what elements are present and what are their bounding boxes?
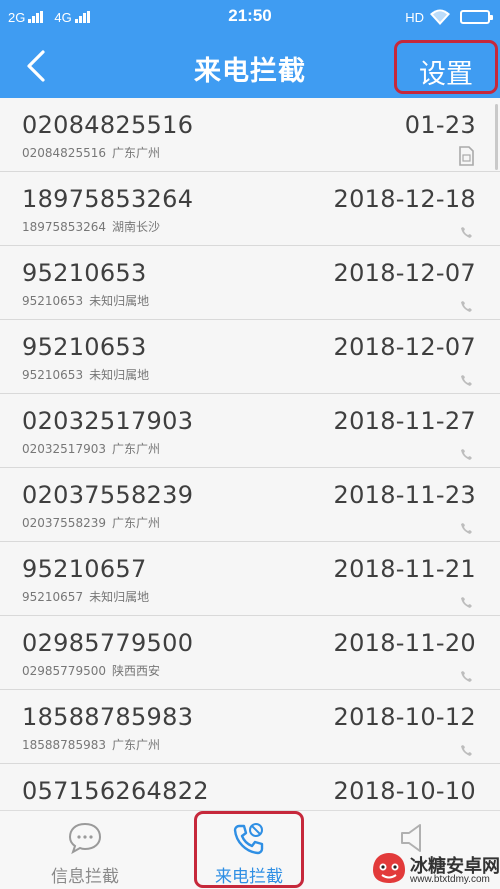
caller-sub-number: 95210653 xyxy=(22,368,84,382)
call-date: 2018-11-27 xyxy=(333,407,476,435)
phone-icon xyxy=(461,523,472,534)
call-date: 2018-12-07 xyxy=(333,333,476,361)
hd-indicator: HD xyxy=(405,9,424,25)
caller-sub-number: 18975853264 xyxy=(22,220,106,234)
caller-location: 广东广州 xyxy=(111,738,160,752)
caller-location: 未知归属地 xyxy=(89,368,150,382)
caller-sub-number: 02084825516 xyxy=(22,146,106,160)
phone-icon xyxy=(461,745,472,756)
caller-detail: 95210657 未知归属地 xyxy=(22,588,155,605)
caller-number: 057156264822 xyxy=(22,777,209,805)
caller-number: 02032517903 xyxy=(22,407,194,435)
caller-number: 95210657 xyxy=(22,555,147,583)
caller-location: 广东广州 xyxy=(111,146,160,160)
call-row[interactable]: 95210653 2018-12-07 95210653 未知归属地 xyxy=(0,320,500,394)
status-bar: 2G 4G 21:50 HD xyxy=(0,0,500,34)
caller-detail: 95210653 未知归属地 xyxy=(22,366,155,383)
caller-number: 95210653 xyxy=(22,333,147,361)
message-block-icon xyxy=(68,822,102,855)
settings-label: 设置 xyxy=(419,59,473,90)
watermark-url: www.btxtdmy.com xyxy=(410,874,490,885)
call-row[interactable]: 18588785983 2018-10-12 18588785983 广东广州 xyxy=(0,690,500,764)
caller-sub-number: 02032517903 xyxy=(22,442,106,456)
status-right: HD xyxy=(405,7,493,27)
caller-sub-number: 95210653 xyxy=(22,294,84,308)
phone-icon xyxy=(461,671,472,682)
watermark: 冰糖安卓网 www.btxtdmy.com xyxy=(370,850,500,886)
caller-number: 18588785983 xyxy=(22,703,194,731)
watermark-logo-icon xyxy=(373,853,405,883)
call-row[interactable]: 95210657 2018-11-21 95210657 未知归属地 xyxy=(0,542,500,616)
call-block-icon xyxy=(233,823,264,855)
call-row[interactable]: 95210653 2018-12-07 95210653 未知归属地 xyxy=(0,246,500,320)
caller-sub-number: 02985779500 xyxy=(22,664,106,678)
caller-detail: 02084825516 广东广州 xyxy=(22,144,166,161)
caller-detail: 95210653 未知归属地 xyxy=(22,292,155,309)
caller-number: 95210653 xyxy=(22,259,147,287)
phone-icon xyxy=(461,449,472,460)
caller-sub-number: 02037558239 xyxy=(22,516,106,530)
phone-icon xyxy=(461,597,472,608)
blocked-call-list[interactable]: 02084825516 01-23 02084825516 广东广州 189758532… xyxy=(0,98,500,810)
battery-icon xyxy=(460,10,493,24)
caller-sub-number: 95210657 xyxy=(22,590,84,604)
call-row[interactable]: 02985779500 2018-11-20 02985779500 陕西西安 xyxy=(0,616,500,690)
call-date: 2018-10-12 xyxy=(333,703,476,731)
caller-sub-number: 18588785983 xyxy=(22,738,106,752)
caller-location: 陕西西安 xyxy=(111,664,160,678)
caller-number: 02037558239 xyxy=(22,481,194,509)
call-date: 2018-11-21 xyxy=(333,555,476,583)
phone-icon xyxy=(461,301,472,312)
caller-number: 02084825516 xyxy=(22,111,194,139)
call-row[interactable]: 02037558239 2018-11-23 02037558239 广东广州 xyxy=(0,468,500,542)
caller-number: 02985779500 xyxy=(22,629,194,657)
caller-location: 湖南长沙 xyxy=(111,220,160,234)
caller-detail: 02985779500 陕西西安 xyxy=(22,662,166,679)
call-date: 2018-11-20 xyxy=(333,629,476,657)
caller-detail: 18975853264 湖南长沙 xyxy=(22,218,166,235)
tab-label: 信息拦截 xyxy=(51,867,119,887)
caller-location: 未知归属地 xyxy=(89,294,150,308)
call-date: 01-23 xyxy=(404,111,476,139)
call-row[interactable]: 02032517903 2018-11-27 02032517903 广东广州 xyxy=(0,394,500,468)
call-row[interactable]: 02084825516 01-23 02084825516 广东广州 xyxy=(0,98,500,172)
caller-detail: 02032517903 广东广州 xyxy=(22,440,166,457)
call-date: 2018-11-23 xyxy=(333,481,476,509)
sim-icon xyxy=(459,146,474,166)
settings-button[interactable]: 设置 xyxy=(394,40,498,94)
caller-detail: 02037558239 广东广州 xyxy=(22,514,166,531)
caller-detail: 18588785983 广东广州 xyxy=(22,736,166,753)
phone-icon xyxy=(461,375,472,386)
caller-number: 18975853264 xyxy=(22,185,194,213)
phone-icon xyxy=(461,227,472,238)
call-date: 2018-12-18 xyxy=(333,185,476,213)
call-row[interactable]: 057156264822 2018-10-10 xyxy=(0,764,500,810)
call-date: 2018-10-10 xyxy=(333,777,476,805)
tab-message-block[interactable]: 信息拦截 xyxy=(10,811,160,889)
call-date: 2018-12-07 xyxy=(333,259,476,287)
wifi-icon xyxy=(430,9,450,25)
caller-location: 广东广州 xyxy=(111,516,160,530)
tab-label: 来电拦截 xyxy=(215,867,283,887)
call-row[interactable]: 18975853264 2018-12-18 18975853264 湖南长沙 xyxy=(0,172,500,246)
tab-call-block[interactable]: 来电拦截 xyxy=(194,811,304,888)
caller-location: 广东广州 xyxy=(111,442,160,456)
caller-location: 未知归属地 xyxy=(89,590,150,604)
